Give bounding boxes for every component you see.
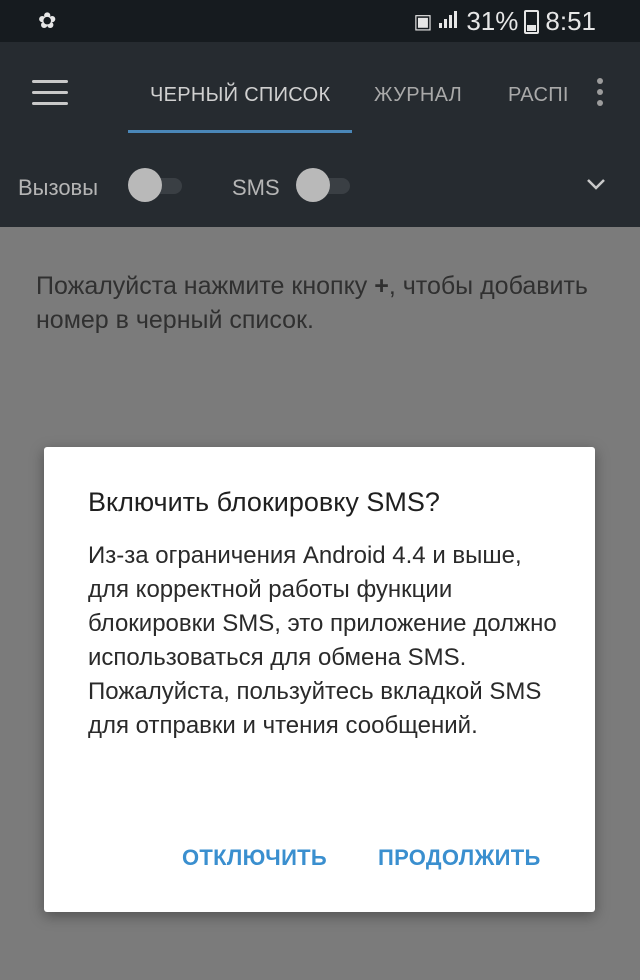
clock: 8:51 <box>545 6 596 36</box>
status-bar: ✿ ▣ 31% 8:51 <box>0 0 640 42</box>
signal-icon <box>438 9 460 35</box>
tab-schedule[interactable]: РАСПІ <box>508 84 569 107</box>
tab-journal[interactable]: ЖУРНАЛ <box>374 84 462 107</box>
disable-button[interactable]: ОТКЛЮЧИТЬ <box>182 845 327 871</box>
status-indicators: ▣ 31% 8:51 <box>413 6 596 37</box>
battery-percent: 31% <box>466 6 519 36</box>
continue-button[interactable]: ПРОДОЛЖИТЬ <box>378 845 541 871</box>
battery-icon <box>524 9 540 34</box>
dialog-title: Включить блокировку SMS? <box>88 487 440 517</box>
menu-icon[interactable] <box>32 80 68 108</box>
empty-text-part: Пожалуйста нажмите кнопку <box>36 272 375 300</box>
flower-icon: ✿ <box>38 8 57 33</box>
active-tab-indicator <box>128 130 352 133</box>
sms-toggle[interactable] <box>296 168 356 204</box>
sim-icon: ▣ <box>413 11 433 33</box>
chevron-down-icon[interactable] <box>586 174 606 194</box>
more-options-icon[interactable] <box>594 78 606 114</box>
tab-blacklist[interactable]: ЧЕРНЫЙ СПИСОК <box>150 84 330 107</box>
plus-symbol: + <box>374 272 389 300</box>
sms-blocking-dialog: Включить блокировку SMS? Из-за ограничен… <box>44 447 595 912</box>
calls-toggle-label: Вызовы <box>18 175 99 200</box>
app-bar: ЧЕРНЫЙ СПИСОК ЖУРНАЛ РАСПІ Вызовы SMS <box>0 42 640 227</box>
calls-toggle[interactable] <box>128 168 188 204</box>
empty-state-message: Пожалуйста нажмите кнопку +, чтобы добав… <box>36 269 596 337</box>
dialog-message: Из-за ограничения Android 4.4 и выше, дл… <box>88 542 557 739</box>
sms-toggle-label: SMS <box>232 175 280 200</box>
